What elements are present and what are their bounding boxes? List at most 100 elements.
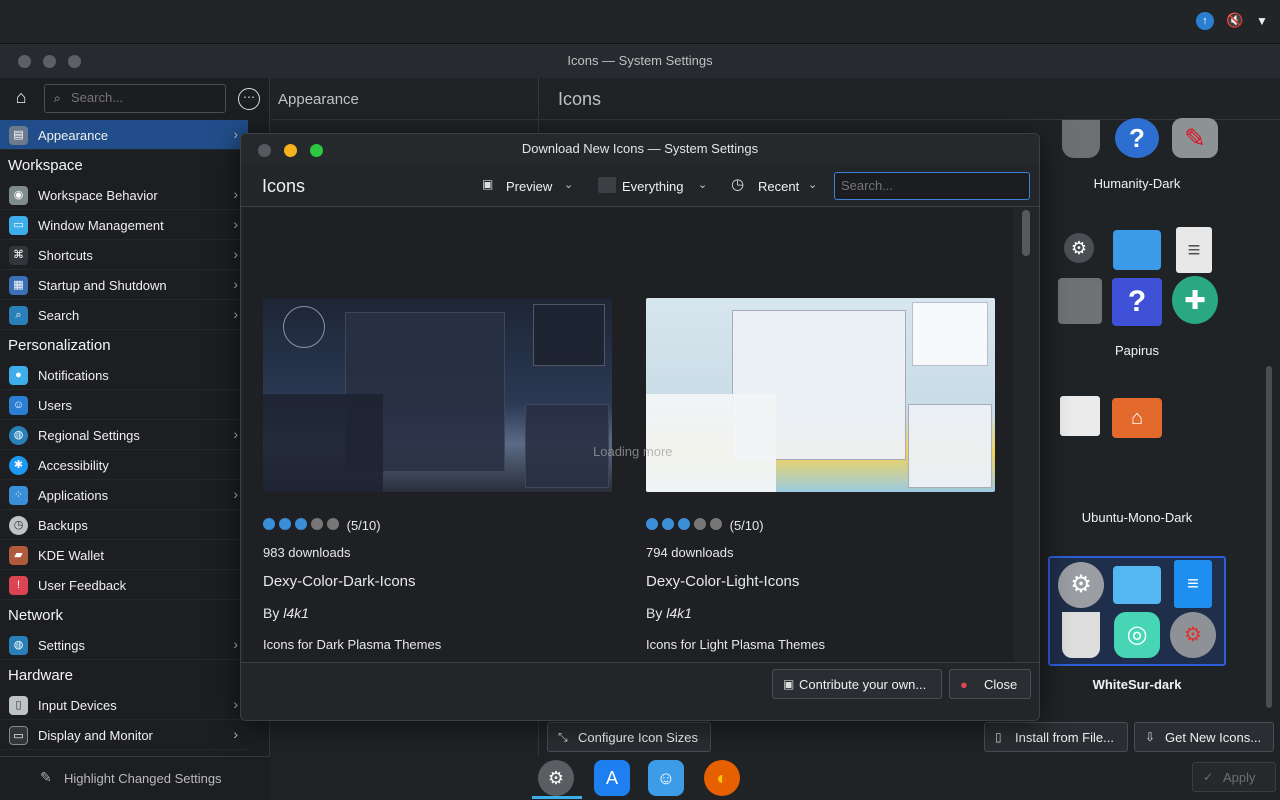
author-line: By l4k1: [646, 605, 692, 621]
item-name[interactable]: Dexy-Color-Dark-Icons: [263, 573, 416, 590]
taskbar-system-settings-icon[interactable]: ⚙: [538, 760, 574, 796]
sidebar-item-kde-wallet[interactable]: ▰ KDE Wallet: [0, 540, 248, 570]
folder-icon: [1113, 230, 1161, 270]
install-from-file-button[interactable]: ▯ Install from File...: [984, 722, 1128, 752]
sidebar-item-applications[interactable]: ⁘ Applications ›: [0, 480, 248, 510]
sidebar-item-user-feedback[interactable]: ! User Feedback: [0, 570, 248, 600]
downloads-count: 794 downloads: [646, 545, 734, 560]
lifebuoy-help-icon: ◎: [1114, 612, 1160, 658]
sidebar-item-regional-settings[interactable]: ◍ Regional Settings ›: [0, 420, 248, 450]
sidebar-item-search[interactable]: ⌕ Search ›: [0, 300, 248, 330]
item-name[interactable]: Dexy-Color-Light-Icons: [646, 573, 799, 590]
settings-preferences-icon: ⚙: [1170, 612, 1216, 658]
sidebar-search-field[interactable]: ⌕: [44, 84, 226, 113]
highlight-changed-settings-button[interactable]: ✎ Highlight Changed Settings: [0, 756, 270, 800]
section-heading-hardware: Hardware: [8, 667, 74, 684]
view-mode-dropdown[interactable]: ▣ Preview ⌄: [482, 174, 582, 198]
chevron-right-icon: ›: [233, 186, 238, 202]
volume-muted-icon[interactable]: 🔇: [1226, 12, 1246, 32]
sidebar-item-display-monitor[interactable]: ▭ Display and Monitor ›: [0, 720, 248, 750]
document-icon: ≡: [1176, 227, 1212, 273]
theme-name-ubuntu-mono-dark[interactable]: Ubuntu-Mono-Dark: [1052, 510, 1222, 525]
taskbar-firefox-icon[interactable]: ◐: [704, 760, 740, 796]
get-new-icons-button[interactable]: ⇩ Get New Icons...: [1134, 722, 1274, 752]
search-settings-icon: ⌕: [9, 306, 28, 325]
sort-dropdown[interactable]: ◷ Recent ⌄: [731, 174, 823, 198]
sidebar-item-input-devices[interactable]: ▯ Input Devices ›: [0, 690, 248, 720]
preview-image-light[interactable]: [646, 298, 995, 492]
star-filled-icon: [646, 518, 658, 530]
update-notifier-icon[interactable]: ↑: [1196, 12, 1214, 30]
rating-row: (5/10): [263, 518, 381, 533]
workspace-behavior-icon: ◉: [9, 186, 28, 205]
configure-icon-sizes-button[interactable]: ⤡ Configure Icon Sizes: [547, 722, 711, 752]
help-icon: ?: [1112, 278, 1162, 326]
page-title: Icons: [558, 89, 602, 109]
contribute-button[interactable]: ▣ Contribute your own...: [772, 669, 942, 699]
scrollbar[interactable]: [1266, 366, 1272, 708]
file-icon: ▯: [995, 730, 1002, 744]
chevron-right-icon: ›: [233, 696, 238, 712]
window-title: Icons — System Settings: [567, 53, 713, 68]
close-button[interactable]: ● Close: [949, 669, 1031, 699]
star-empty-icon: [311, 518, 323, 530]
theme-name-papirus[interactable]: Papirus: [1052, 343, 1222, 358]
sidebar-item-accessibility[interactable]: ✱ Accessibility: [0, 450, 248, 480]
notifications-icon: ●: [9, 366, 28, 385]
taskbar-finder-icon[interactable]: ☺: [648, 760, 684, 796]
star-filled-icon: [295, 518, 307, 530]
by-label: By: [263, 605, 280, 621]
sidebar-item-appearance[interactable]: ▤ Appearance ›: [0, 120, 248, 150]
sidebar-item-startup-shutdown[interactable]: ▦ Startup and Shutdown ›: [0, 270, 248, 300]
filter-dropdown[interactable]: Everything ⌄: [598, 174, 714, 198]
apply-button[interactable]: ✓ Apply: [1192, 762, 1276, 792]
rating-row: (5/10): [646, 518, 764, 533]
chevron-down-icon: ⌄: [564, 179, 574, 191]
image-icon: ▣: [482, 177, 494, 191]
star-empty-icon: [327, 518, 339, 530]
chevron-right-icon: ›: [233, 486, 238, 502]
preview-image-dark[interactable]: [263, 298, 612, 492]
author-link[interactable]: l4k1: [666, 605, 692, 621]
backups-clock-icon: ◷: [9, 516, 28, 535]
dialog-title: Download New Icons — System Settings: [521, 141, 759, 156]
author-link[interactable]: l4k1: [283, 605, 309, 621]
dialog-search-input[interactable]: [841, 178, 1021, 193]
downloads-count: 983 downloads: [263, 545, 351, 560]
star-empty-icon: [694, 518, 706, 530]
results-scrollbar[interactable]: [1022, 210, 1030, 256]
monitor-icon: ▭: [9, 726, 28, 745]
users-icon: ☺: [9, 396, 28, 415]
dialog-search-field[interactable]: [834, 172, 1030, 200]
hamburger-menu-icon[interactable]: ⋯: [238, 88, 260, 110]
section-heading-personalization: Personalization: [8, 337, 111, 354]
sidebar-item-network-settings[interactable]: ◍ Settings ›: [0, 630, 248, 660]
tray-expand-icon[interactable]: ▼: [1256, 14, 1270, 28]
item-description: Icons for Dark Plasma Themes: [263, 637, 442, 652]
startup-shutdown-icon: ▦: [9, 276, 28, 295]
theme-name-whitesur-dark[interactable]: WhiteSur-dark: [1052, 677, 1222, 692]
sidebar-item-notifications[interactable]: ● Notifications: [0, 360, 248, 390]
home-icon[interactable]: ⌂: [8, 87, 34, 113]
active-task-indicator: [532, 796, 582, 799]
chevron-right-icon: ›: [233, 126, 238, 142]
theme-name-humanity-dark[interactable]: Humanity-Dark: [1052, 176, 1222, 191]
sidebar-item-window-management[interactable]: ▭ Window Management ›: [0, 210, 248, 240]
section-heading-workspace: Workspace: [8, 157, 83, 174]
section-heading-network: Network: [8, 607, 64, 624]
divider: [540, 119, 1280, 120]
sidebar-item-workspace-behavior[interactable]: ◉ Workspace Behavior ›: [0, 180, 248, 210]
sidebar-search-input[interactable]: [71, 90, 221, 105]
star-empty-icon: [710, 518, 722, 530]
wrench-icon: ✚: [1172, 276, 1218, 324]
download-icon: ⇩: [1145, 730, 1156, 744]
sidebar-item-backups[interactable]: ◷ Backups: [0, 510, 248, 540]
sidebar-item-shortcuts[interactable]: ⌘ Shortcuts ›: [0, 240, 248, 270]
divider: [241, 662, 1039, 663]
home-folder-icon: ⌂: [1112, 398, 1162, 438]
taskbar-app-store-icon[interactable]: A: [594, 760, 630, 796]
sidebar-item-users[interactable]: ☺ Users: [0, 390, 248, 420]
applications-icon: ⁘: [9, 486, 28, 505]
chevron-right-icon: ›: [233, 636, 238, 652]
globe-icon: ◍: [9, 426, 28, 445]
